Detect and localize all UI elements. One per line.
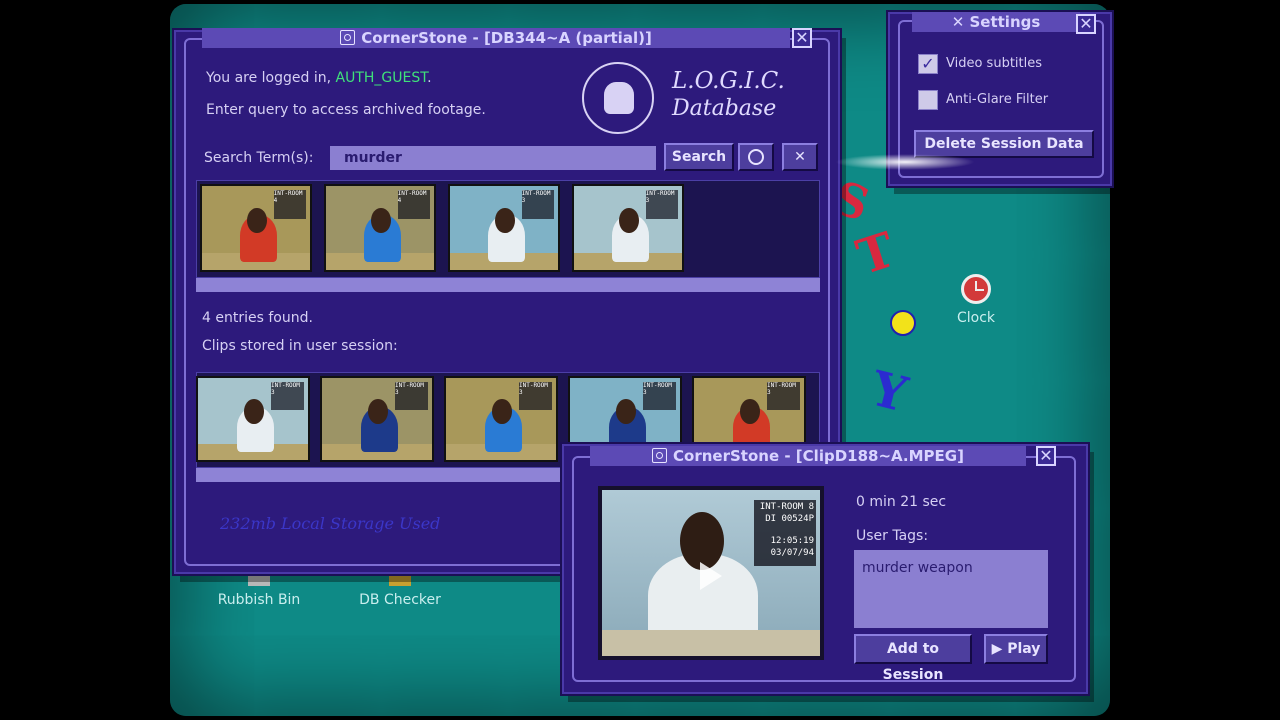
thumb-head bbox=[740, 399, 760, 424]
add-to-session-button[interactable]: Add to Session bbox=[854, 634, 972, 683]
login-suffix: . bbox=[427, 70, 432, 86]
play-label: Play bbox=[1007, 641, 1041, 657]
thumb-stamp: INT-ROOM 4 bbox=[273, 190, 306, 219]
session-scrollbar[interactable] bbox=[196, 468, 576, 482]
thumb-stamp: INT-ROOM 3 bbox=[521, 190, 554, 219]
yellow-dot-icon bbox=[890, 310, 916, 336]
results-count: 4 entries found. bbox=[202, 310, 313, 326]
anti-glare-checkbox[interactable] bbox=[918, 90, 938, 110]
main-window-titlebar[interactable]: CornerStone - [DB344~A (partial)] bbox=[202, 28, 790, 48]
desktop-icon-db-checker[interactable]: DB Checker bbox=[354, 572, 446, 608]
session-clip-thumb[interactable]: INT-ROOM 3 bbox=[320, 376, 434, 462]
thumb-head bbox=[247, 207, 267, 234]
play-icon: ▶ bbox=[991, 641, 1003, 657]
search-result-thumb[interactable]: INT-ROOM 4 bbox=[200, 184, 312, 272]
db-checker-label: DB Checker bbox=[359, 592, 441, 608]
session-clip-thumb[interactable]: INT-ROOM 3 bbox=[196, 376, 310, 462]
storage-used: 232mb Local Storage Used bbox=[220, 514, 441, 533]
overlay-room: INT-ROOM 8 bbox=[759, 502, 814, 512]
tools-button[interactable]: ✕ bbox=[782, 143, 818, 171]
user-name: AUTH_GUEST bbox=[335, 70, 428, 86]
play-button[interactable]: ▶ Play bbox=[984, 634, 1048, 664]
clip-duration: 0 min 21 sec bbox=[856, 494, 947, 510]
logo-subtitle: Database bbox=[672, 96, 777, 121]
login-prefix: You are logged in, bbox=[206, 70, 332, 86]
video-subtitles-checkbox[interactable]: ✓ bbox=[918, 54, 938, 74]
main-window-title: CornerStone - [DB344~A (partial)] bbox=[361, 29, 652, 47]
thumb-head bbox=[616, 399, 636, 424]
main-close-button[interactable]: ✕ bbox=[792, 28, 812, 48]
history-button[interactable] bbox=[738, 143, 774, 171]
search-input[interactable]: murder bbox=[330, 146, 656, 170]
thumb-stamp: INT-ROOM 3 bbox=[395, 382, 428, 410]
thumb-head bbox=[371, 207, 391, 234]
query-prompt: Enter query to access archived footage. bbox=[206, 102, 486, 118]
user-tags-label: User Tags: bbox=[856, 528, 929, 544]
db-checker-icon bbox=[389, 572, 411, 586]
wall-letter-t: T bbox=[850, 221, 902, 287]
overlay-id: DI 00524P bbox=[765, 514, 814, 524]
thumb-head bbox=[368, 399, 388, 424]
thumb-head bbox=[492, 399, 512, 424]
login-status: You are logged in, AUTH_GUEST. bbox=[206, 70, 432, 86]
thumb-head bbox=[244, 399, 264, 424]
clip-window-title: CornerStone - [ClipD188~A.MPEG] bbox=[673, 447, 964, 465]
thumb-head bbox=[619, 207, 639, 234]
play-overlay-icon[interactable] bbox=[700, 562, 722, 590]
video-player[interactable]: INT-ROOM 8 DI 00524P 12:05:19 03/07/94 bbox=[598, 486, 824, 660]
bin-icon bbox=[248, 572, 270, 586]
search-result-thumb[interactable]: INT-ROOM 3 bbox=[448, 184, 560, 272]
thumb-stamp: INT-ROOM 3 bbox=[271, 382, 304, 410]
clip-close-button[interactable]: ✕ bbox=[1036, 446, 1056, 466]
screen-glare bbox=[835, 154, 975, 170]
desktop-icon-clock[interactable]: Clock bbox=[946, 274, 1006, 326]
search-button[interactable]: Search bbox=[664, 143, 734, 171]
wall-letter-y: Y bbox=[865, 360, 913, 424]
clip-app-icon bbox=[652, 448, 668, 463]
thumb-stamp: INT-ROOM 3 bbox=[767, 382, 800, 410]
constabulary-seal-icon bbox=[582, 62, 654, 134]
thumb-stamp: INT-ROOM 3 bbox=[519, 382, 552, 410]
results-scrollbar[interactable] bbox=[196, 278, 820, 292]
search-result-thumb[interactable]: INT-ROOM 3 bbox=[572, 184, 684, 272]
clip-window-titlebar[interactable]: CornerStone - [ClipD188~A.MPEG] bbox=[590, 446, 1026, 466]
settings-titlebar[interactable]: ✕ Settings bbox=[912, 12, 1080, 32]
anti-glare-label: Anti-Glare Filter bbox=[946, 92, 1049, 107]
overlay-time: 12:05:19 bbox=[770, 536, 814, 546]
thumb-head bbox=[495, 207, 515, 234]
user-tags-input[interactable]: murder weapon bbox=[854, 550, 1048, 628]
thumb-stamp: INT-ROOM 4 bbox=[397, 190, 430, 219]
session-clip-thumb[interactable]: INT-ROOM 3 bbox=[444, 376, 558, 462]
session-label: Clips stored in user session: bbox=[202, 338, 398, 354]
logo-title: L.O.G.I.C. bbox=[672, 68, 785, 94]
thumb-stamp: INT-ROOM 3 bbox=[643, 382, 676, 410]
wrench-icon: ✕ bbox=[951, 13, 970, 31]
clock-icon bbox=[961, 274, 991, 304]
video-subtitles-label: Video subtitles bbox=[946, 56, 1043, 71]
search-label: Search Term(s): bbox=[204, 150, 314, 166]
desktop-icon-rubbish-bin[interactable]: Rubbish Bin bbox=[212, 572, 306, 608]
video-table bbox=[602, 630, 820, 656]
settings-close-button[interactable]: ✕ bbox=[1076, 14, 1096, 34]
thumb-stamp: INT-ROOM 3 bbox=[645, 190, 678, 219]
search-result-thumb[interactable]: INT-ROOM 4 bbox=[324, 184, 436, 272]
clock-history-icon bbox=[748, 149, 764, 165]
tools-icon: ✕ bbox=[794, 149, 806, 165]
overlay-date: 03/07/94 bbox=[770, 548, 814, 558]
rubbish-bin-label: Rubbish Bin bbox=[217, 592, 301, 608]
settings-title: Settings bbox=[969, 13, 1041, 31]
app-icon bbox=[340, 30, 356, 45]
clock-label: Clock bbox=[956, 310, 996, 326]
